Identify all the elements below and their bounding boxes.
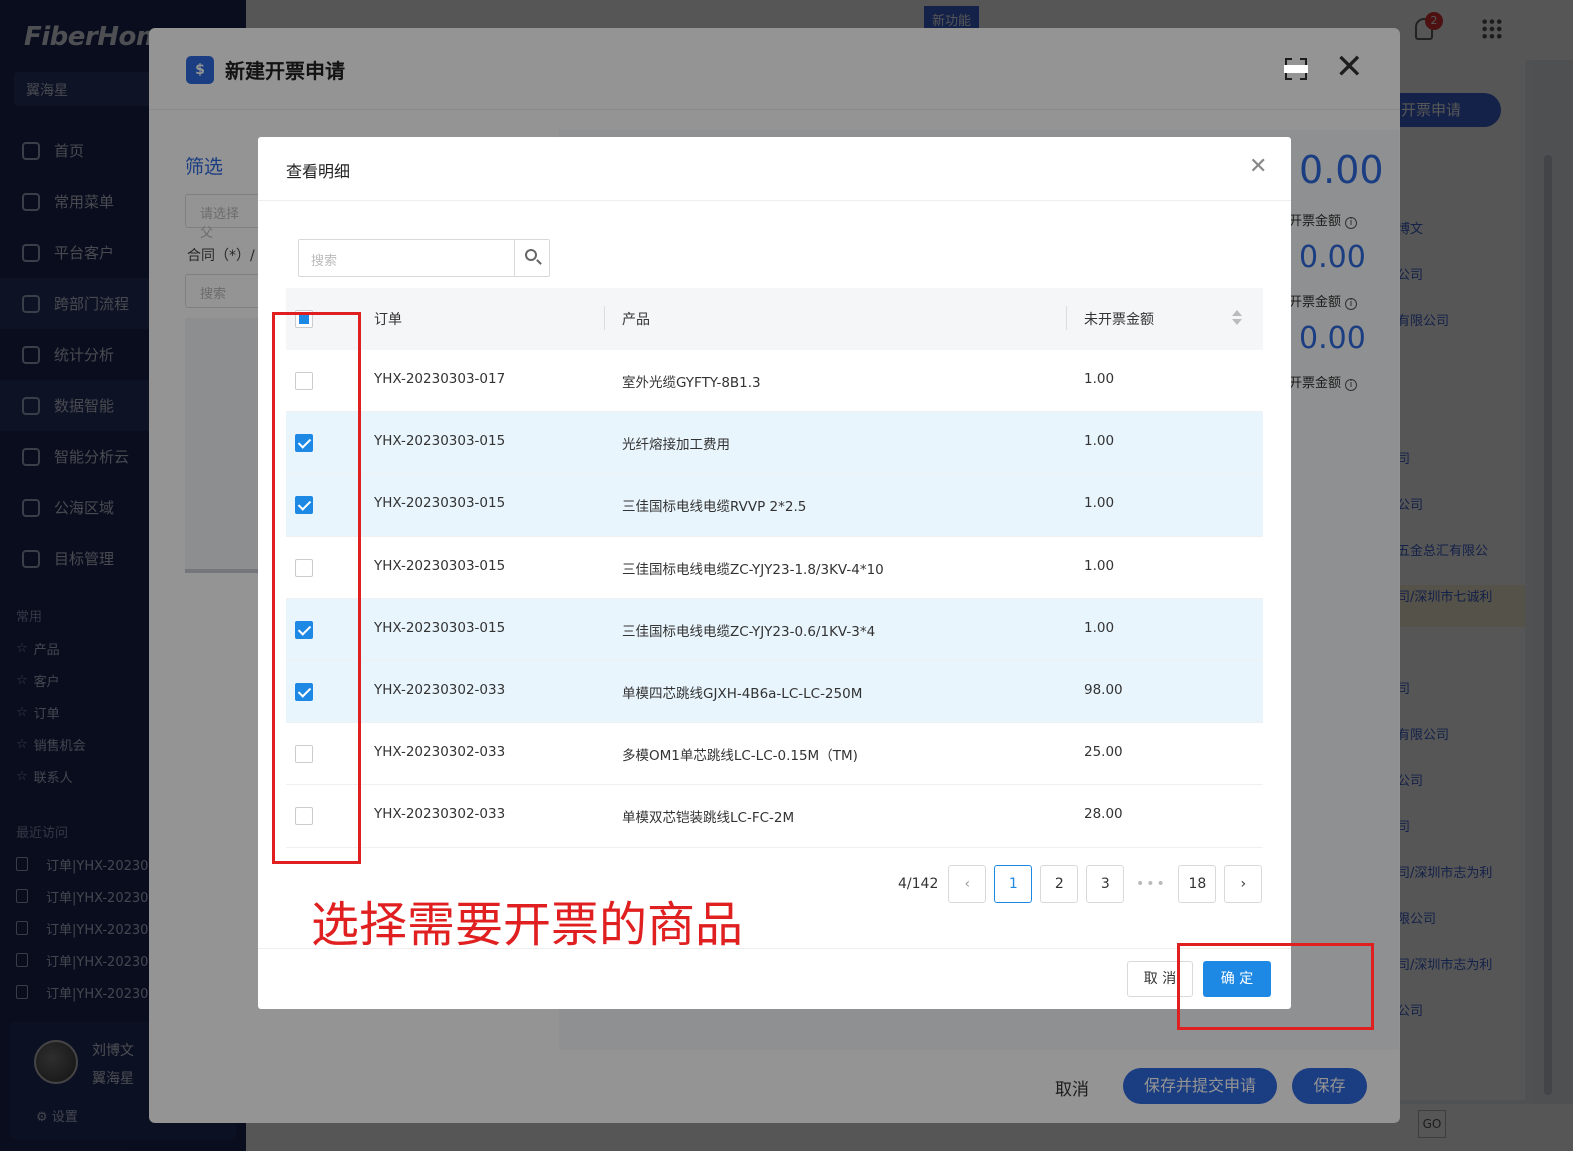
pagination: 4/142 ‹ 1 2 3 ••• 18 ›: [898, 865, 1270, 903]
ellipsis-icon[interactable]: •••: [1132, 876, 1170, 892]
amount-cell: 25.00: [1084, 744, 1123, 761]
search-button[interactable]: [514, 240, 550, 276]
table-row[interactable]: YHX-20230303-015 三佳国标电线电缆ZC-YJY23-1.8/3KV…: [286, 537, 1263, 599]
product-cell: 室外光缆GYFTY-8B1.3: [622, 375, 761, 391]
column-amount: 未开票金额: [1084, 312, 1154, 328]
amount-cell: 1.00: [1084, 495, 1115, 512]
order-cell: YHX-20230303-015: [374, 557, 506, 574]
column-product: 产品: [622, 312, 650, 328]
order-cell: YHX-20230303-017: [374, 371, 506, 387]
page-button[interactable]: 18: [1178, 865, 1217, 903]
table-row[interactable]: YHX-20230303-015 三佳国标电线电缆RVVP 2*2.5 1.00: [286, 474, 1263, 537]
search-icon: [525, 249, 537, 261]
annotation-text: 选择需要开票的商品: [311, 897, 744, 953]
close-icon[interactable]: ✕: [1249, 155, 1267, 179]
table-body: YHX-20230303-017 室外光缆GYFTY-8B1.3 1.00 YHX-…: [286, 350, 1263, 848]
page-button[interactable]: 3: [1086, 865, 1125, 903]
search-box: 搜索: [298, 239, 550, 277]
page-button[interactable]: 1: [994, 865, 1033, 903]
product-cell: 单模四芯跳线GJXH-4B6a-LC-LC-250M: [622, 685, 863, 702]
table-row[interactable]: YHX-20230303-015 三佳国标电线电缆ZC-YJY23-0.6/1KV…: [286, 598, 1263, 661]
table-row[interactable]: YHX-20230303-015 光纤熔接加工费用 1.00: [286, 412, 1263, 475]
column-order: 订单: [374, 312, 402, 328]
table-header: 订单 产品 未开票金额: [286, 288, 1263, 350]
table-row[interactable]: YHX-20230303-017 室外光缆GYFTY-8B1.3 1.00: [286, 350, 1263, 413]
amount-cell: 98.00: [1084, 681, 1123, 698]
product-cell: 单模双芯铠装跳线LC-FC-2M: [622, 810, 795, 827]
product-cell: 三佳国标电线电缆ZC-YJY23-0.6/1KV-3*4: [622, 623, 876, 640]
column-divider: [1066, 306, 1067, 330]
table-row[interactable]: YHX-20230302-033 单模双芯铠装跳线LC-FC-2M 28.00: [286, 785, 1263, 848]
search-input[interactable]: 搜索: [311, 250, 337, 269]
detail-dialog: 查看明细 ✕ 搜索 订单 产品 未开票金额 YHX-20230303-017 室外…: [258, 137, 1291, 1009]
prev-page-button[interactable]: ‹: [948, 865, 987, 903]
table-row[interactable]: YHX-20230302-033 多模OM1单芯跳线LC-LC-0.15M（TM)…: [286, 723, 1263, 786]
checkbox-highlight-box: [272, 312, 361, 864]
product-cell: 多模OM1单芯跳线LC-LC-0.15M（TM): [622, 748, 858, 765]
amount-cell: 1.00: [1084, 557, 1115, 574]
order-cell: YHX-20230303-015: [374, 619, 506, 636]
product-cell: 三佳国标电线电缆ZC-YJY23-1.8/3KV-4*10: [622, 561, 884, 578]
amount-cell: 1.00: [1084, 371, 1115, 387]
table-row[interactable]: YHX-20230302-033 单模四芯跳线GJXH-4B6a-LC-LC-25…: [286, 660, 1263, 724]
dialog-title: 查看明细: [286, 162, 351, 181]
page-button[interactable]: 2: [1040, 865, 1079, 903]
product-cell: 光纤熔接加工费用: [622, 437, 730, 454]
amount-cell: 1.00: [1084, 433, 1115, 450]
order-cell: YHX-20230302-033: [374, 681, 506, 698]
order-cell: YHX-20230303-015: [374, 495, 506, 512]
next-page-button[interactable]: ›: [1224, 865, 1263, 903]
dialog-header: 查看明细 ✕: [258, 137, 1291, 201]
order-cell: YHX-20230302-033: [374, 806, 506, 823]
product-cell: 三佳国标电线电缆RVVP 2*2.5: [622, 499, 807, 516]
detail-table: 订单 产品 未开票金额 YHX-20230303-017 室外光缆GYFTY-8B…: [286, 288, 1263, 848]
amount-cell: 28.00: [1084, 806, 1123, 823]
order-cell: YHX-20230302-033: [374, 744, 506, 761]
page-total: 4/142: [898, 876, 939, 892]
confirm-highlight-box: [1177, 943, 1374, 1030]
order-cell: YHX-20230303-015: [374, 433, 506, 450]
amount-cell: 1.00: [1084, 619, 1115, 636]
column-divider: [604, 306, 605, 330]
